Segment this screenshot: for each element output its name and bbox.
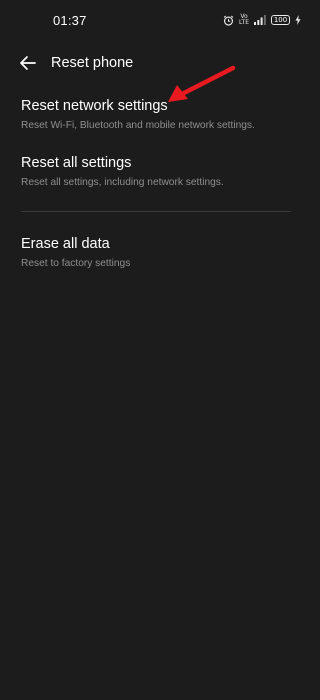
status-bar: 01:37 Vo LTE 100 <box>0 0 315 40</box>
app-header: Reset phone <box>0 48 315 78</box>
arrow-left-icon <box>20 56 36 70</box>
battery-level: 100 <box>273 16 288 24</box>
section-divider <box>21 211 291 212</box>
option-title: Reset network settings <box>21 98 168 114</box>
status-time: 01:37 <box>53 13 87 28</box>
option-subtitle: Reset to factory settings <box>21 258 131 269</box>
back-button[interactable] <box>16 51 40 75</box>
reset-all-settings-option[interactable]: Reset all settings Reset all settings, i… <box>0 155 315 197</box>
volte-label-bottom: LTE <box>239 19 249 26</box>
erase-all-data-option[interactable]: Erase all data Reset to factory settings <box>0 236 315 278</box>
option-subtitle: Reset Wi-Fi, Bluetooth and mobile networ… <box>21 120 255 131</box>
alarm-icon <box>223 15 234 26</box>
page-title: Reset phone <box>51 55 134 71</box>
option-title: Erase all data <box>21 236 110 252</box>
volte-icon: Vo LTE <box>239 14 249 26</box>
option-title: Reset all settings <box>21 155 132 171</box>
charging-icon <box>295 15 301 25</box>
signal-icon <box>254 15 266 25</box>
battery-icon: 100 <box>271 15 290 25</box>
reset-network-settings-option[interactable]: Reset network settings Reset Wi-Fi, Blue… <box>0 98 315 140</box>
option-subtitle: Reset all settings, including network se… <box>21 177 224 188</box>
status-icons: Vo LTE 100 <box>223 13 301 27</box>
